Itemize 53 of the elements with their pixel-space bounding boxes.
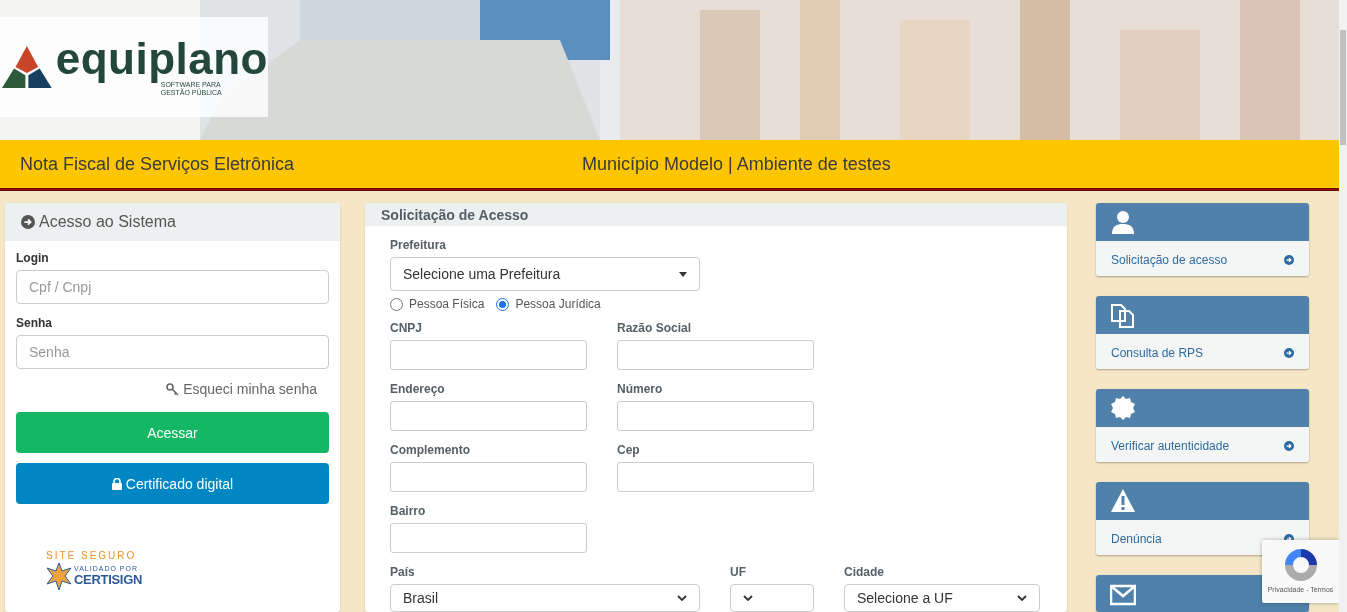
panel-title: Acesso ao Sistema [39,213,176,231]
card-link[interactable]: Denúncia [1096,520,1309,556]
input-field[interactable] [617,401,814,431]
seal-name: CERTISIGN [74,572,143,587]
dropdown-select[interactable] [730,584,814,612]
field-label: Complemento [390,443,471,457]
lock-icon [111,477,122,490]
prefeitura-select[interactable]: Selecione uma Prefeitura [390,257,700,291]
field-label: Prefeitura [390,238,448,252]
card-link[interactable]: Consulta de RPS [1096,334,1309,370]
certificate-button[interactable]: Certificado digital [16,463,329,504]
user-icon [1110,209,1136,235]
field-label: Razão Social [617,321,693,335]
caret-icon [679,271,687,277]
input-field[interactable] [390,462,587,492]
field-label: Bairro [390,504,427,518]
field-label: Endereço [390,382,446,396]
input-field[interactable] [390,340,587,370]
field-label: CNPJ [390,321,423,335]
field-label: Cidade [844,565,885,579]
field-label: Número [617,382,664,396]
card-link[interactable]: Solicitação de acesso [1096,241,1309,277]
scrollbar[interactable] [1339,0,1347,612]
chevron-icon [677,595,687,601]
field-label: Cep [617,443,641,457]
input-field[interactable] [390,523,587,553]
dropdown-select[interactable]: Brasil [390,584,700,612]
field-label: Senha [16,316,53,330]
input-field[interactable] [617,462,814,492]
input-field[interactable] [390,401,587,431]
field-label: País [390,565,416,579]
field-label: UF [730,565,747,579]
header-title: Nota Fiscal de Serviços Eletrônica [20,153,296,175]
field-label: Login [16,251,50,265]
input-field[interactable] [617,340,814,370]
key-icon [166,382,180,396]
warning-icon [1110,488,1136,515]
person-type-radio[interactable]: Pessoa Jurídica [496,297,601,311]
brand-name: equiplano [55,37,268,81]
panel-title: Solicitação de Acesso [381,206,529,223]
input-field[interactable]: Cpf / Cnpj [16,270,329,304]
copy-icon [1110,302,1136,329]
input-field[interactable]: Senha [16,335,329,369]
seal-title: SITE SEGURO [46,550,138,561]
forgot-password-link[interactable]: Esqueci minha senha [166,381,317,397]
chevron-icon [1017,595,1027,601]
person-type-radio[interactable]: Pessoa Física [390,297,485,311]
environment-label: Município Modelo | Ambiente de testes [582,153,891,175]
dropdown-select[interactable]: Selecione a UF [844,584,1040,612]
star-figure-icon [46,561,72,591]
chevron-icon [743,595,753,601]
badge-icon [1110,395,1136,422]
card-link[interactable]: Verificar autenticidade [1096,427,1309,463]
